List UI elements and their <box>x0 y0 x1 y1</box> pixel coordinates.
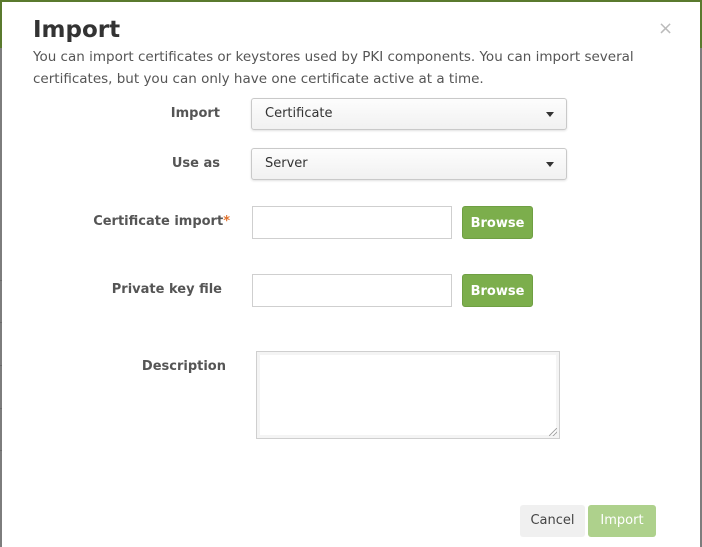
use-as-value: Server <box>265 156 308 171</box>
certificate-import-label-text: Certificate import <box>93 214 224 229</box>
import-type-select[interactable]: Certificate <box>251 98 567 130</box>
chevron-down-icon <box>546 112 554 117</box>
required-marker: * <box>223 214 230 229</box>
certificate-import-label: Certificate import* <box>82 214 230 229</box>
resize-handle-icon[interactable] <box>549 428 557 436</box>
certificate-browse-button[interactable]: Browse <box>462 206 533 239</box>
import-type-label: Import <box>170 106 220 121</box>
use-as-select[interactable]: Server <box>251 148 567 180</box>
import-button[interactable]: Import <box>588 505 656 537</box>
description-label: Description <box>141 359 226 374</box>
description-textarea[interactable] <box>256 351 560 439</box>
dialog-description: You can import certificates or keystores… <box>33 49 634 87</box>
dialog-title: Import <box>33 17 121 43</box>
private-key-file-field[interactable] <box>252 274 452 307</box>
cancel-button[interactable]: Cancel <box>520 505 585 537</box>
certificate-file-field[interactable] <box>252 206 452 239</box>
use-as-label: Use as <box>171 156 220 171</box>
chevron-down-icon <box>546 162 554 167</box>
import-dialog: Import × You can import certificates or … <box>2 2 700 547</box>
private-key-label: Private key file <box>111 282 222 297</box>
close-icon[interactable]: × <box>658 18 673 40</box>
private-key-browse-button[interactable]: Browse <box>462 274 533 307</box>
import-type-value: Certificate <box>265 106 333 121</box>
